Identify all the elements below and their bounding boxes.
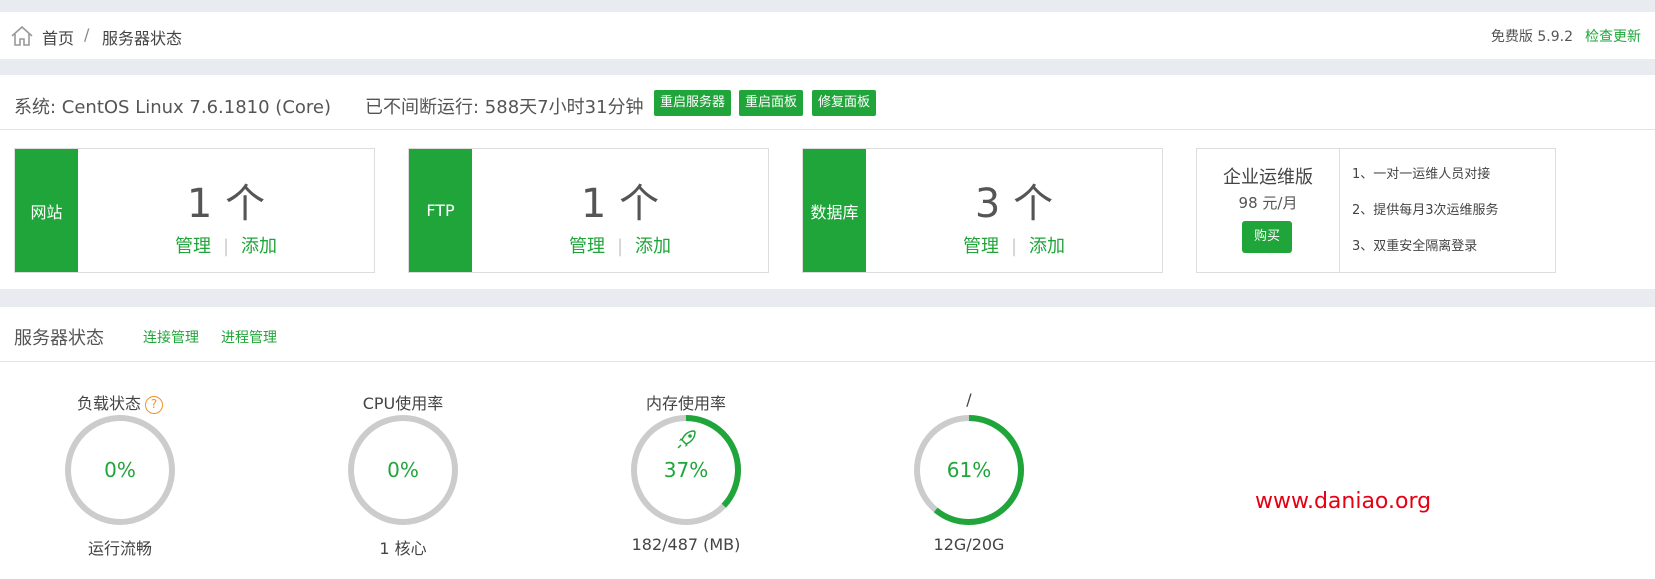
system-panel: 系统: CentOS Linux 7.6.1810 (Core) 已不间断运行:… (0, 75, 1655, 289)
enterprise-price: 98 元/月 (1238, 194, 1298, 212)
system-os-text: 系统: CentOS Linux 7.6.1810 (Core) (14, 97, 332, 118)
load-gauge[interactable]: 负载状态? 0% 运行流畅 (20, 390, 220, 560)
feature-item: 2、提供每月3次运维服务 (1352, 203, 1499, 218)
connection-manage-link[interactable]: 连接管理 (143, 327, 199, 347)
card-count: 1 个 (580, 181, 660, 227)
help-icon[interactable]: ? (145, 395, 163, 414)
card-actions: 管理 | 添加 (866, 232, 1162, 258)
card-tag: 数据库 (803, 149, 866, 272)
card-actions: 管理 | 添加 (78, 232, 374, 258)
website-card: 网站 1 个 管理 | 添加 (14, 148, 375, 273)
gauge-title: 内存使用率 (645, 394, 726, 413)
gauge-subtitle: 182/487 (MB) (631, 535, 741, 554)
ftp-add-link[interactable]: 添加 (635, 236, 671, 257)
gauge-title: 负载状态? (20, 390, 220, 414)
enterprise-card: 企业运维版 98 元/月 购买 1、一对一运维人员对接 2、提供每月3次运维服务… (1196, 148, 1556, 273)
ftp-card: FTP 1 个 管理 | 添加 (408, 148, 769, 273)
breadcrumb-bar: 首页 / 服务器状态 免费版 5.9.2 检查更新 (0, 12, 1655, 59)
separator: | (616, 236, 624, 257)
version-label: 免费版 5.9.2 (1490, 29, 1573, 45)
gauge-value: 61% (946, 458, 992, 482)
disk-gauge[interactable]: / 61% 12G/20G (869, 390, 1069, 560)
server-status-panel: 服务器状态 连接管理 进程管理 负载状态? 0% 运行流畅 CPU使用率 0% … (0, 307, 1655, 579)
breadcrumb-current: 服务器状态 (102, 29, 183, 48)
card-count: 1 个 (186, 181, 266, 227)
gauge-title: / (966, 390, 972, 409)
card-tag: FTP (409, 149, 472, 272)
gauge-title-text: 负载状态 (76, 394, 141, 413)
database-manage-link[interactable]: 管理 (963, 236, 999, 257)
restart-server-button[interactable]: 重启服务器 (654, 90, 732, 116)
card-tag: 网站 (15, 149, 78, 272)
feature-item: 1、一对一运维人员对接 (1352, 167, 1491, 182)
home-icon[interactable] (10, 25, 34, 47)
card-actions: 管理 | 添加 (472, 232, 768, 258)
buy-button[interactable]: 购买 (1242, 221, 1292, 253)
rocket-icon[interactable] (676, 428, 698, 450)
breadcrumb-separator: / (84, 25, 90, 44)
separator: | (1010, 236, 1018, 257)
process-manage-link[interactable]: 进程管理 (221, 327, 277, 347)
enterprise-features: 1、一对一运维人员对接 2、提供每月3次运维服务 3、双重安全隔离登录 (1352, 163, 1499, 271)
restart-panel-button[interactable]: 重启面板 (739, 90, 804, 116)
divider (0, 361, 1655, 362)
card-count: 3 个 (974, 181, 1054, 227)
check-update-link[interactable]: 检查更新 (1585, 26, 1641, 46)
website-manage-link[interactable]: 管理 (175, 236, 211, 257)
uptime-text: 已不间断运行: 588天7小时31分钟 (365, 97, 644, 118)
gauge-subtitle: 1 核心 (379, 539, 427, 558)
ftp-manage-link[interactable]: 管理 (569, 236, 605, 257)
database-card: 数据库 3 个 管理 | 添加 (802, 148, 1163, 273)
divider (0, 129, 1655, 130)
cpu-gauge[interactable]: CPU使用率 0% 1 核心 (303, 390, 503, 560)
enterprise-title: 企业运维版 (1223, 167, 1313, 188)
enterprise-summary: 企业运维版 98 元/月 购买 (1197, 149, 1340, 272)
separator: | (222, 236, 230, 257)
gauge-value: 37% (663, 458, 709, 482)
gauge-value: 0% (104, 458, 136, 482)
watermark-text: www.daniao.org (1255, 489, 1432, 514)
database-add-link[interactable]: 添加 (1029, 236, 1065, 257)
website-add-link[interactable]: 添加 (241, 236, 277, 257)
breadcrumb-home[interactable]: 首页 (42, 25, 74, 49)
gauge-value: 0% (387, 458, 419, 482)
section-title: 服务器状态 (14, 328, 104, 349)
repair-panel-button[interactable]: 修复面板 (812, 90, 877, 116)
gauge-subtitle: 运行流畅 (87, 539, 152, 558)
memory-gauge[interactable]: 内存使用率 37% 182/487 (MB) (586, 390, 786, 560)
gauge-subtitle: 12G/20G (933, 535, 1005, 554)
gauge-title: CPU使用率 (362, 394, 444, 413)
feature-item: 3、双重安全隔离登录 (1352, 239, 1478, 254)
